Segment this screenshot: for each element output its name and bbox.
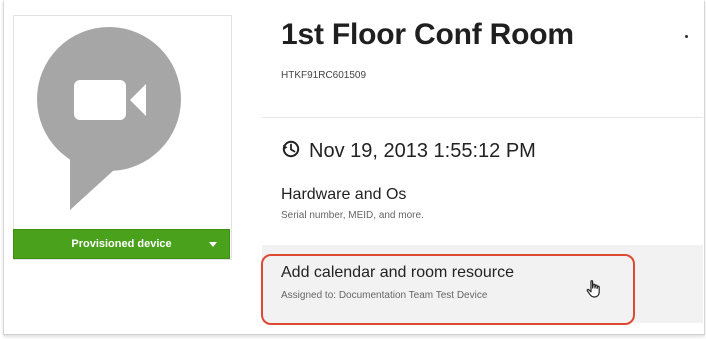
device-title: 1st Floor Conf Room <box>281 18 574 51</box>
last-sync-time: Nov 19, 2013 1:55:12 PM <box>309 140 536 162</box>
add-calendar-resource-link[interactable]: Add calendar and room resource <box>281 264 514 282</box>
hand-pointer-cursor-icon <box>584 278 606 300</box>
chevron-down-icon[interactable] <box>209 242 217 247</box>
more-menu-icon[interactable] <box>684 34 690 40</box>
provisioned-device-label: Provisioned device <box>71 238 172 250</box>
history-clock-icon <box>281 139 301 164</box>
hardware-section-link[interactable]: Hardware and Os <box>281 186 406 204</box>
hardware-section-subtitle: Serial number, MEID, and more. <box>281 210 424 221</box>
provisioned-device-button[interactable]: Provisioned device <box>13 229 230 259</box>
video-camera-icon <box>36 26 182 210</box>
last-sync-row: Nov 19, 2013 1:55:12 PM <box>281 139 536 164</box>
resource-assignment-subtitle: Assigned to: Documentation Team Test Dev… <box>281 290 488 301</box>
device-serial: HTKF91RC601509 <box>281 70 367 81</box>
divider <box>262 117 703 118</box>
